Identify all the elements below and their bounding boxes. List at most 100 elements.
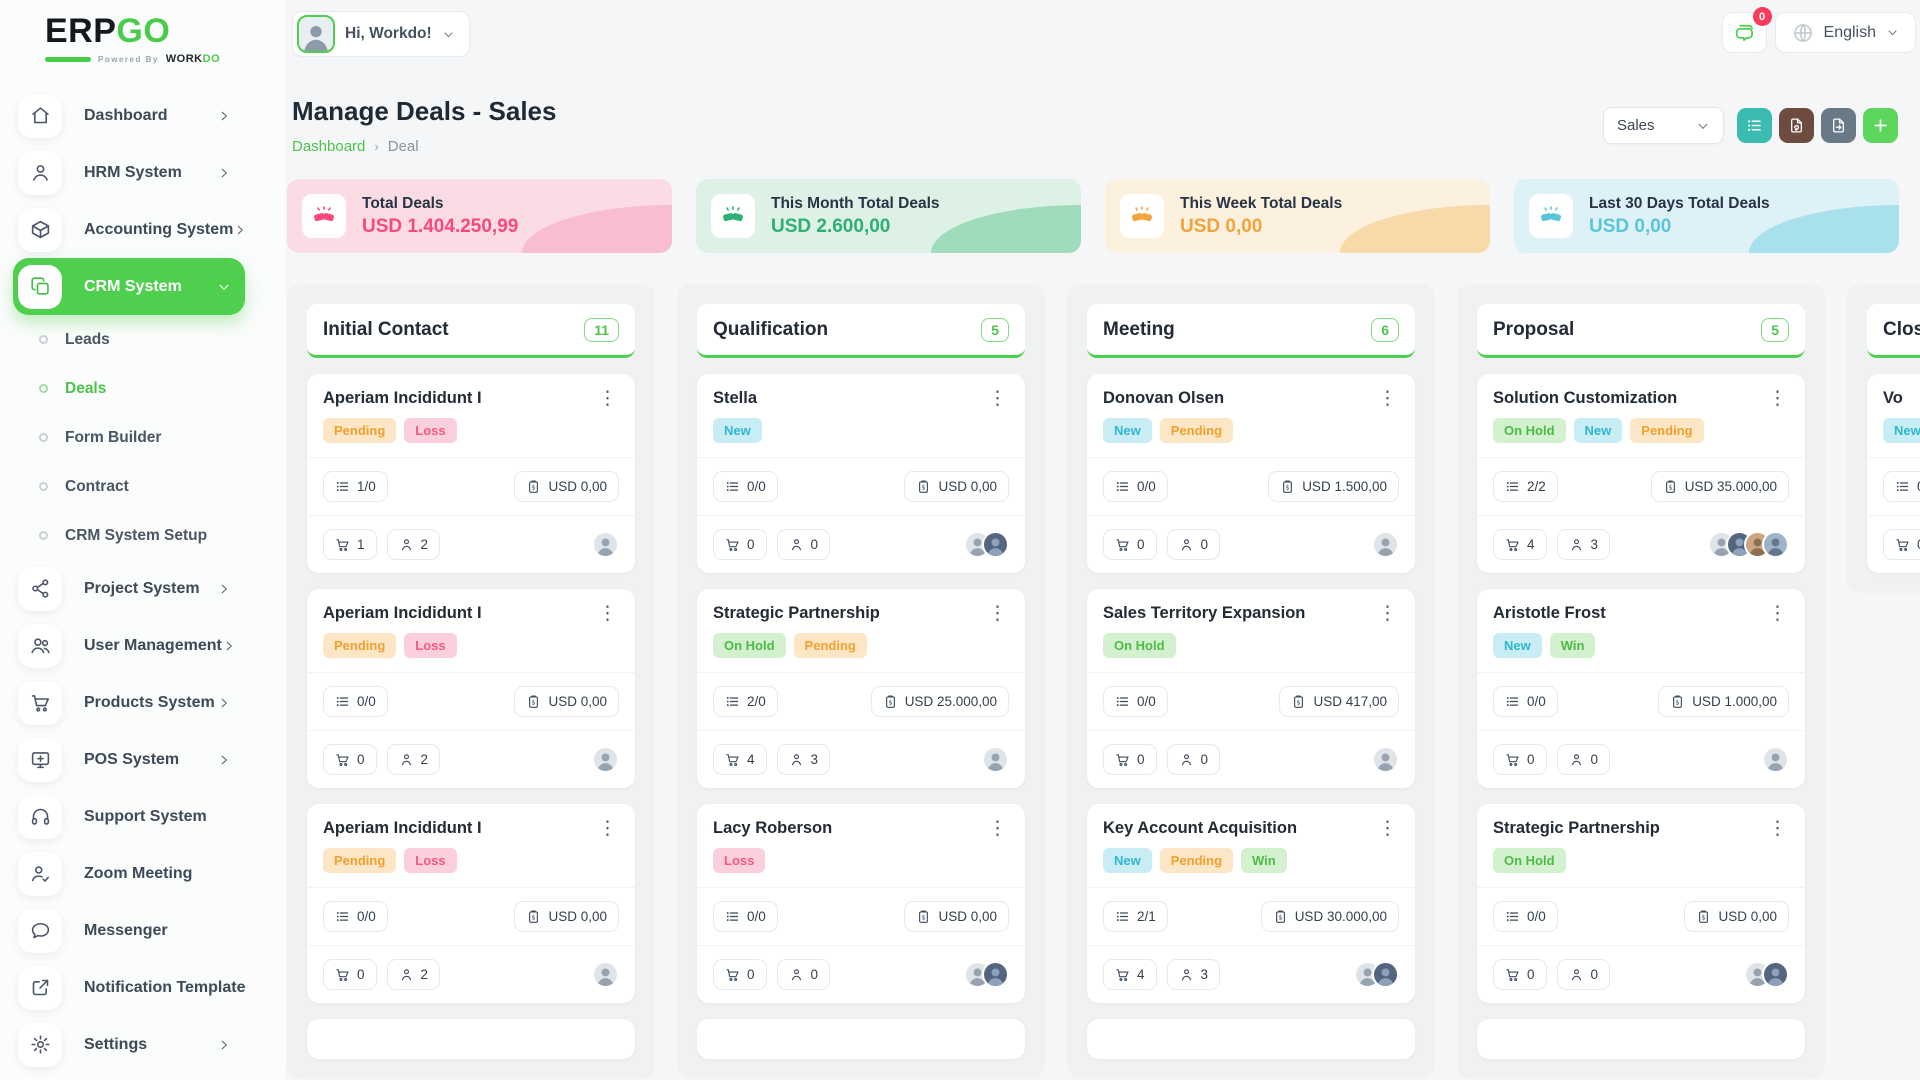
sidebar-item-zoom-meeting[interactable]: Zoom Meeting: [13, 845, 245, 902]
sidebar-item-label: CRM System: [84, 278, 182, 296]
deal-card[interactable]: Aperiam Incididunt I⋮PendingLoss1/0$USD …: [307, 374, 635, 573]
deal-card[interactable]: Sales Territory Expansion⋮On Hold0/0$USD…: [1087, 589, 1415, 788]
sidebar-item-crm-system[interactable]: CRM System: [13, 258, 245, 315]
checklist-icon: [1115, 694, 1130, 709]
messages-button[interactable]: 0: [1722, 12, 1767, 53]
deal-card[interactable]: Solution Customization⋮On HoldNewPending…: [1477, 374, 1805, 573]
stat-label: This Week Total Deals: [1180, 195, 1342, 213]
users-pill: 0: [1167, 529, 1221, 560]
deal-card-partial[interactable]: [697, 1019, 1025, 1059]
breadcrumb-separator: ›: [374, 139, 378, 154]
sidebar-item-messenger[interactable]: Messenger: [13, 902, 245, 959]
brand-powered-by: Powered By: [98, 56, 159, 64]
list-view-button[interactable]: [1737, 108, 1772, 143]
card-menu-button[interactable]: ⋮: [596, 819, 619, 838]
deal-card-header: Solution Customization⋮: [1477, 389, 1805, 408]
deal-card[interactable]: Donovan Olsen⋮NewPending0/0$USD 1.500,00…: [1087, 374, 1415, 573]
brand-workdo: WORKDO: [166, 54, 220, 65]
sidebar-item-dashboard[interactable]: Dashboard: [13, 87, 245, 144]
deal-title: Stella: [713, 389, 757, 408]
cart-icon: [725, 752, 740, 767]
cart-icon: [725, 967, 740, 982]
person-icon: [1179, 752, 1194, 767]
deal-footer-row: 02: [307, 730, 635, 788]
deal-card[interactable]: Stella⋮New0/0$USD 0,0000: [697, 374, 1025, 573]
deal-card-partial[interactable]: [307, 1019, 635, 1059]
deal-tags: PendingLoss: [307, 633, 635, 658]
card-menu-button[interactable]: ⋮: [596, 604, 619, 623]
deal-card[interactable]: Aperiam Incididunt I⋮PendingLoss0/0$USD …: [307, 804, 635, 1003]
card-menu-button[interactable]: ⋮: [1766, 604, 1789, 623]
deal-footer-row: 43: [697, 730, 1025, 788]
sidebar-item-pos-system[interactable]: POS System: [13, 731, 245, 788]
card-menu-button[interactable]: ⋮: [596, 389, 619, 408]
sidebar-subitem-crm-system-setup[interactable]: CRM System Setup: [0, 511, 287, 560]
breadcrumb-dashboard-link[interactable]: Dashboard: [292, 138, 365, 155]
deal-card[interactable]: Strategic Partnership⋮On HoldPending2/0$…: [697, 589, 1025, 788]
deal-card[interactable]: Aristotle Frost⋮NewWin0/0$USD 1.000,0000: [1477, 589, 1805, 788]
chevron-right-icon: [217, 109, 231, 123]
deal-meta-row: 0/0$USD 1.500,00: [1087, 457, 1415, 515]
topbar-right: 0 English: [1722, 12, 1916, 53]
users-value: 3: [811, 752, 819, 767]
checklist-icon: [1505, 909, 1520, 924]
sidebar-nav: DashboardHRM SystemAccounting System CRM …: [0, 87, 287, 1073]
pipeline-select[interactable]: Sales: [1603, 107, 1724, 144]
add-deal-button[interactable]: [1863, 108, 1898, 143]
sidebar-item-hrm-system[interactable]: HRM System: [13, 144, 245, 201]
user-menu[interactable]: Hi, Workdo!: [292, 11, 470, 57]
deal-card[interactable]: Vo⋮New0/0$USD 0,0000: [1867, 374, 1920, 573]
tag-on-hold: On Hold: [713, 633, 786, 658]
gear-icon: [18, 1023, 62, 1067]
users-icon: [18, 624, 62, 668]
sidebar-item-notification-template[interactable]: Notification Template: [13, 959, 245, 1016]
deal-card[interactable]: Lacy Roberson⋮Loss0/0$USD 0,0000: [697, 804, 1025, 1003]
kanban-column-header: Initial Contact11: [307, 304, 635, 358]
deal-card[interactable]: Aperiam Incididunt I⋮PendingLoss0/0$USD …: [307, 589, 635, 788]
cart-icon: [335, 537, 350, 552]
deal-title: Strategic Partnership: [713, 604, 880, 623]
deal-meta-row: 0/0$USD 0,00: [1867, 457, 1920, 515]
card-menu-button[interactable]: ⋮: [1376, 389, 1399, 408]
export-button[interactable]: [1821, 108, 1856, 143]
kanban-column-header: Proposal5: [1477, 304, 1805, 358]
deal-avatars: [1354, 961, 1399, 988]
sidebar-item-accounting-system[interactable]: Accounting System: [13, 201, 245, 258]
card-menu-button[interactable]: ⋮: [986, 604, 1009, 623]
sidebar-item-project-system[interactable]: Project System: [13, 560, 245, 617]
card-menu-button[interactable]: ⋮: [1766, 819, 1789, 838]
import-button[interactable]: [1779, 108, 1814, 143]
sidebar-item-support-system[interactable]: Support System: [13, 788, 245, 845]
users-pill: 2: [387, 959, 441, 990]
tag-on-hold: On Hold: [1103, 633, 1176, 658]
deal-card-header: Donovan Olsen⋮: [1087, 389, 1415, 408]
deal-footer-pills: 00: [1493, 959, 1610, 990]
deal-card[interactable]: Key Account Acquisition⋮NewPendingWin2/1…: [1087, 804, 1415, 1003]
card-menu-button[interactable]: ⋮: [1376, 819, 1399, 838]
deal-tags: On Hold: [1087, 633, 1415, 658]
deal-card[interactable]: Strategic Partnership⋮On Hold0/0$USD 0,0…: [1477, 804, 1805, 1003]
kanban-column-title: Initial Contact: [323, 319, 449, 341]
sidebar-subitem-leads[interactable]: Leads: [0, 315, 287, 364]
card-menu-button[interactable]: ⋮: [1376, 604, 1399, 623]
card-menu-button[interactable]: ⋮: [1766, 389, 1789, 408]
card-menu-button[interactable]: ⋮: [986, 819, 1009, 838]
sidebar-item-settings[interactable]: Settings: [13, 1016, 245, 1073]
deal-card-partial[interactable]: [1087, 1019, 1415, 1059]
kanban-column-count-badge: 6: [1371, 318, 1399, 342]
sidebar-subitem-contract[interactable]: Contract: [0, 462, 287, 511]
cart-icon: [1505, 752, 1520, 767]
sidebar-item-user-management[interactable]: User Management: [13, 617, 245, 674]
brand-logo[interactable]: ERPGO Powered By WORKDO: [0, 0, 287, 65]
stat-text: Total DealsUSD 1.404.250,99: [362, 195, 518, 238]
handshake-icon: [711, 194, 755, 238]
card-menu-button[interactable]: ⋮: [986, 389, 1009, 408]
language-selector[interactable]: English: [1775, 12, 1916, 53]
sidebar-subitem-form-builder[interactable]: Form Builder: [0, 413, 287, 462]
avatar: [1372, 961, 1399, 988]
deal-card-partial[interactable]: [1477, 1019, 1805, 1059]
cart-icon: [335, 967, 350, 982]
money-icon: $: [1663, 479, 1678, 494]
sidebar-item-products-system[interactable]: Products System: [13, 674, 245, 731]
sidebar-subitem-deals[interactable]: Deals: [0, 364, 287, 413]
